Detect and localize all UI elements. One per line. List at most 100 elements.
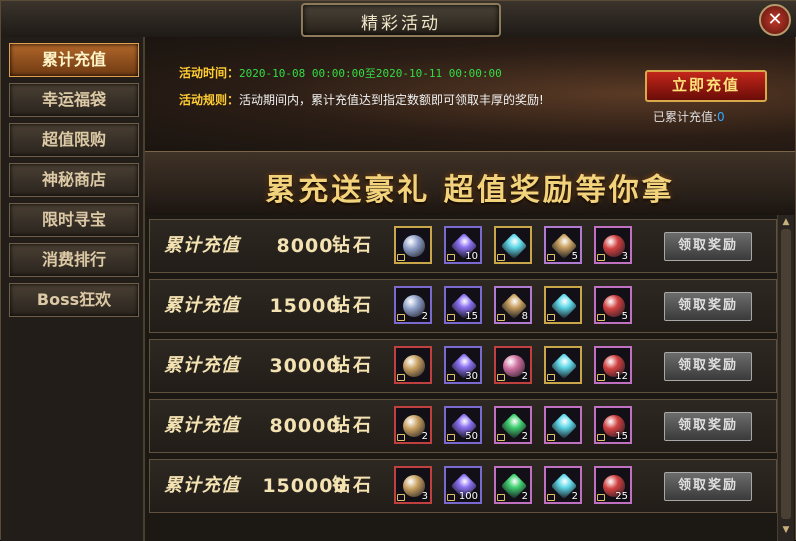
reward-item-slot[interactable]: 25 (594, 466, 632, 504)
event-banner: 活动时间：2020-10-08 00:00:00至2020-10-11 00:0… (145, 37, 795, 151)
reward-unit-label: 钻石 (332, 295, 374, 316)
reward-item-slot[interactable] (394, 346, 432, 384)
scroll-thumb[interactable] (781, 229, 791, 519)
reward-item-slot[interactable]: 8 (494, 286, 532, 324)
reward-item-slot[interactable]: 2 (394, 286, 432, 324)
reward-row-label: 累计充值 (164, 235, 240, 256)
reward-row: 累计充值 150000 钻石 3 100 2 2 25 领取奖励 (149, 459, 777, 513)
total-recharged: 已累计充值:0 (653, 108, 725, 125)
reward-item-slot[interactable]: 5 (544, 226, 582, 264)
scroll-down-arrow-icon[interactable]: ▼ (780, 525, 792, 535)
reward-item-slot[interactable]: 2 (494, 406, 532, 444)
sidebar-item[interactable]: 限时寻宝 (9, 203, 139, 237)
reward-row-label: 累计充值 (164, 295, 240, 316)
event-time-end: 2020-10-11 00:00:00 (375, 67, 502, 80)
reward-item-slot[interactable]: 3 (394, 466, 432, 504)
bound-lock-icon (447, 494, 455, 501)
bound-lock-icon (497, 254, 505, 261)
bound-lock-icon (447, 254, 455, 261)
window-title: 精彩活动 (361, 14, 441, 34)
reward-item-count: 3 (621, 251, 628, 262)
activity-window: 精彩活动 ✕ 累计充值 幸运福袋 超值限购 神秘商店 限时寻宝 消费排行 Boss狂欢 活动… (0, 0, 796, 541)
reward-item-slot[interactable] (394, 226, 432, 264)
reward-item-count: 25 (615, 491, 628, 502)
reward-item-count: 10 (465, 251, 478, 262)
sidebar-item[interactable]: 消费排行 (9, 243, 139, 277)
event-rule-row: 活动规则：活动期间内，累计充值达到指定数额即可领取丰厚的奖励! (179, 91, 544, 108)
total-recharged-value: 0 (717, 110, 725, 124)
close-button[interactable]: ✕ (759, 4, 791, 36)
reward-item-slot[interactable]: 2 (494, 466, 532, 504)
bound-lock-icon (397, 434, 405, 441)
reward-item-count: 2 (521, 371, 528, 382)
reward-row-label: 累计充值 (164, 415, 240, 436)
reward-item-slot[interactable]: 12 (594, 346, 632, 384)
reward-item-count: 50 (465, 431, 478, 442)
event-rule-label: 活动规则： (179, 93, 240, 107)
reward-item-slot[interactable]: 5 (594, 286, 632, 324)
sidebar-item[interactable]: Boss狂欢 (9, 283, 139, 317)
event-time-label: 活动时间： (179, 66, 240, 80)
reward-item-count: 30 (465, 371, 478, 382)
reward-list-scrollbar[interactable]: ▲ ▼ (777, 215, 794, 541)
sidebar-item[interactable]: 幸运福袋 (9, 83, 139, 117)
reward-item-slot[interactable]: 30 (444, 346, 482, 384)
bound-lock-icon (497, 374, 505, 381)
reward-item-count: 8 (521, 311, 528, 322)
reward-item-count: 15 (465, 311, 478, 322)
scroll-up-arrow-icon[interactable]: ▲ (780, 217, 792, 227)
bound-lock-icon (497, 434, 505, 441)
reward-item-count: 12 (615, 371, 628, 382)
claim-reward-button[interactable]: 领取奖励 (664, 232, 752, 261)
claim-reward-button[interactable]: 领取奖励 (664, 472, 752, 501)
reward-item-slot[interactable]: 3 (594, 226, 632, 264)
reward-item-slot[interactable] (544, 406, 582, 444)
reward-item-count: 2 (421, 431, 428, 442)
claim-reward-button[interactable]: 领取奖励 (664, 292, 752, 321)
reward-item-slot[interactable]: 100 (444, 466, 482, 504)
bound-lock-icon (547, 434, 555, 441)
bound-lock-icon (397, 314, 405, 321)
reward-item-slot[interactable]: 15 (444, 286, 482, 324)
sidebar-item[interactable]: 神秘商店 (9, 163, 139, 197)
reward-item-slot[interactable]: 15 (594, 406, 632, 444)
claim-reward-button[interactable]: 领取奖励 (664, 412, 752, 441)
reward-item-slot[interactable]: 50 (444, 406, 482, 444)
reward-item-count: 100 (458, 491, 478, 502)
reward-item-slot[interactable] (494, 226, 532, 264)
event-time-start: 2020-10-08 00:00:00 (239, 67, 365, 80)
reward-item-slot[interactable] (544, 286, 582, 324)
recharge-now-button[interactable]: 立即充值 (645, 70, 767, 102)
slogan-text: 累充送豪礼 超值奖励等你拿 (265, 173, 675, 208)
bound-lock-icon (597, 254, 605, 261)
bound-lock-icon (447, 314, 455, 321)
reward-item-count: 15 (615, 431, 628, 442)
reward-item-slot[interactable]: 10 (444, 226, 482, 264)
bound-lock-icon (497, 494, 505, 501)
sidebar-item[interactable]: 超值限购 (9, 123, 139, 157)
reward-list: 累计充值 8000 钻石 10 5 3 领取奖励 累计充值 15000 钻石 2 15 8 5 领取奖励 累计… (145, 215, 795, 541)
event-time-separator: 至 (364, 67, 376, 80)
reward-item-count: 5 (571, 251, 578, 262)
sidebar-item[interactable]: 累计充值 (9, 43, 139, 77)
sidebar: 累计充值幸运福袋超值限购神秘商店限时寻宝消费排行 Boss狂欢 (1, 37, 145, 541)
bound-lock-icon (497, 314, 505, 321)
reward-item-slot[interactable]: 2 (494, 346, 532, 384)
reward-item-slot[interactable]: 2 (394, 406, 432, 444)
reward-item-slot[interactable] (544, 346, 582, 384)
reward-item-count: 2 (571, 491, 578, 502)
bound-lock-icon (547, 494, 555, 501)
reward-unit-label: 钻石 (332, 415, 374, 436)
gold-medal-icon (403, 355, 425, 377)
bound-lock-icon (447, 434, 455, 441)
bound-lock-icon (597, 314, 605, 321)
reward-unit-label: 钻石 (332, 475, 374, 496)
reward-unit-label: 钻石 (332, 235, 374, 256)
slogan-banner: 累充送豪礼 超值奖励等你拿 (145, 151, 795, 217)
reward-item-slot[interactable]: 2 (544, 466, 582, 504)
event-time-row: 活动时间：2020-10-08 00:00:00至2020-10-11 00:0… (179, 64, 502, 81)
claim-reward-button[interactable]: 领取奖励 (664, 352, 752, 381)
reward-row: 累计充值 15000 钻石 2 15 8 5 领取奖励 (149, 279, 777, 333)
silver-medal-icon (403, 235, 425, 257)
bound-lock-icon (397, 494, 405, 501)
